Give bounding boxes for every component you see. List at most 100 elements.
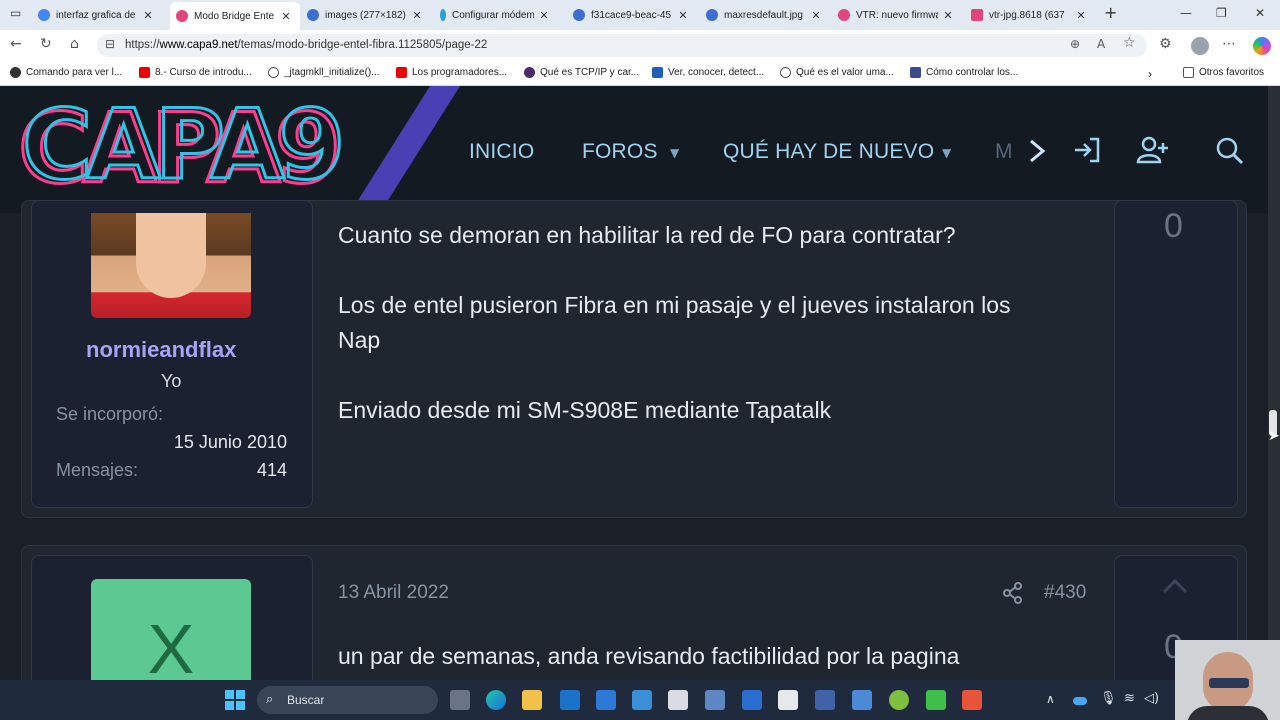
- outlook-icon[interactable]: [560, 690, 580, 710]
- caret-down-icon[interactable]: ▼: [942, 146, 951, 160]
- upvote-icon[interactable]: [1162, 578, 1188, 594]
- zoom-icon[interactable]: ⊕: [1070, 37, 1080, 51]
- avatar[interactable]: [91, 213, 251, 318]
- app-icon[interactable]: [889, 690, 909, 710]
- task-view-icon[interactable]: [450, 690, 470, 710]
- notepad-icon[interactable]: [852, 690, 872, 710]
- post-line: un par de semanas, anda revisando factib…: [338, 643, 960, 669]
- post-date[interactable]: 13 Abril 2022: [338, 582, 449, 604]
- app-icon[interactable]: [815, 690, 835, 710]
- tab-7[interactable]: vtr-jpg.8618 (637 ✕: [971, 4, 1087, 26]
- profile-avatar[interactable]: [1191, 37, 1209, 55]
- share-icon[interactable]: [1002, 582, 1024, 604]
- favorite-star-icon[interactable]: ☆: [1123, 35, 1136, 51]
- image-icon: [971, 9, 983, 21]
- new-tab-button[interactable]: +: [1104, 3, 1117, 22]
- google-icon: [38, 9, 50, 21]
- tab-0[interactable]: interfaz grafica de ✕: [38, 4, 154, 26]
- close-tab-icon[interactable]: ✕: [538, 9, 550, 22]
- bookmark-4[interactable]: Qué es TCP/IP y car...: [524, 67, 639, 78]
- close-tab-icon[interactable]: ✕: [1075, 9, 1087, 22]
- app-icon[interactable]: [668, 690, 688, 710]
- page-icon: [440, 9, 446, 21]
- capa9-logo[interactable]: CAPA9 CAPA9: [18, 100, 358, 200]
- close-window-button[interactable]: ✕: [1255, 6, 1265, 20]
- back-icon[interactable]: ←: [10, 36, 22, 52]
- close-tab-icon[interactable]: ✕: [280, 10, 292, 23]
- post-line: Los de entel pusieron Fibra en mi pasaje…: [338, 292, 1011, 318]
- close-tab-icon[interactable]: ✕: [677, 9, 689, 22]
- lock-icon[interactable]: ⊟: [105, 37, 115, 51]
- user-title: Yo: [161, 371, 182, 391]
- bookmark-3[interactable]: Los programadores...: [396, 67, 507, 78]
- tab-2[interactable]: images (277×182) ✕: [307, 4, 423, 26]
- edge-icon[interactable]: [486, 690, 506, 710]
- webcam-overlay: [1175, 640, 1280, 720]
- bookmark-6[interactable]: Qué es el valor uma...: [780, 67, 894, 78]
- file-explorer-icon[interactable]: [522, 690, 542, 710]
- search-icon[interactable]: [1214, 135, 1246, 167]
- refresh-icon[interactable]: ↻: [40, 36, 52, 52]
- taskbar-search[interactable]: [257, 686, 438, 714]
- tab-5[interactable]: maxresdefault.jpg ✕: [706, 4, 822, 26]
- other-favorites[interactable]: Otros favoritos: [1183, 67, 1264, 78]
- globe-icon: [573, 9, 585, 21]
- vote-cell: [1114, 200, 1238, 508]
- wifi-icon[interactable]: ≋: [1124, 691, 1135, 706]
- store-icon[interactable]: [596, 690, 616, 710]
- close-tab-icon[interactable]: ✕: [810, 9, 822, 22]
- copilot-icon[interactable]: [1253, 37, 1271, 55]
- globe-icon: [780, 67, 791, 78]
- bookmark-2[interactable]: _jtagmkll_initialize()...: [268, 67, 380, 78]
- bookmark-7[interactable]: Cómo controlar los...: [910, 67, 1018, 78]
- nav-foros[interactable]: FOROS: [582, 140, 658, 164]
- url-text[interactable]: https://www.capa9.net/temas/modo-bridge-…: [125, 39, 487, 51]
- home-icon[interactable]: ⌂: [70, 36, 79, 52]
- tab-3[interactable]: Configurar módem ✕: [440, 4, 550, 26]
- close-tab-icon[interactable]: ✕: [142, 9, 154, 22]
- camtasia-icon[interactable]: [926, 690, 946, 710]
- youtube-icon: [139, 67, 150, 78]
- volume-icon[interactable]: ◁): [1144, 691, 1159, 706]
- onedrive-icon[interactable]: [1073, 697, 1087, 705]
- bookmark-0[interactable]: Comando para ver l...: [10, 67, 122, 78]
- login-icon[interactable]: [1072, 136, 1102, 164]
- maximize-button[interactable]: ❐: [1216, 6, 1227, 20]
- app-icon[interactable]: [962, 690, 982, 710]
- vote-count: 0: [1164, 207, 1183, 245]
- read-aloud-icon[interactable]: A: [1097, 37, 1105, 51]
- app-icon[interactable]: [778, 690, 798, 710]
- tab-4[interactable]: f31cace9-beac-45 ✕: [573, 4, 689, 26]
- more-menu-icon[interactable]: ⋯: [1222, 36, 1236, 52]
- bookmark-5[interactable]: Ver, conocer, detect...: [652, 67, 764, 78]
- caret-down-icon[interactable]: ▼: [670, 146, 679, 160]
- nav-more[interactable]: M: [995, 140, 1013, 164]
- scrollbar-track[interactable]: [1268, 86, 1280, 680]
- extensions-icon[interactable]: ⚙: [1159, 36, 1172, 52]
- network-app-icon[interactable]: [705, 690, 725, 710]
- post-number[interactable]: #430: [1044, 582, 1086, 604]
- username[interactable]: normieandflax: [86, 337, 236, 363]
- capa9-icon: [176, 10, 188, 22]
- chevron-up-icon[interactable]: ∧: [1046, 692, 1055, 706]
- windows-start-icon[interactable]: [224, 689, 246, 711]
- app-icon[interactable]: [632, 690, 652, 710]
- nav-que-hay-de-nuevo[interactable]: QUÉ HAY DE NUEVO: [723, 140, 934, 164]
- folder-icon: [1183, 67, 1194, 78]
- joined-label: Se incorporó:: [56, 404, 164, 424]
- close-tab-icon[interactable]: ✕: [411, 9, 423, 22]
- globe-icon: [706, 9, 718, 21]
- nav-inicio[interactable]: INICIO: [469, 140, 534, 164]
- microphone-icon[interactable]: 🎙: [1100, 691, 1117, 706]
- tab-actions-icon[interactable]: ▭: [10, 6, 21, 20]
- tab-6[interactable]: VTR: nuevo firmwa ✕: [838, 4, 954, 26]
- minimize-button[interactable]: —: [1180, 6, 1192, 20]
- register-icon[interactable]: [1136, 135, 1170, 165]
- bookmark-1[interactable]: 8.- Curso de introdu...: [139, 67, 252, 78]
- avatar[interactable]: X: [91, 579, 251, 689]
- app-icon[interactable]: [742, 690, 762, 710]
- close-tab-icon[interactable]: ✕: [942, 9, 954, 22]
- tab-1[interactable]: Modo Bridge Ente ✕: [170, 2, 300, 30]
- chevron-right-icon[interactable]: ›: [1148, 67, 1152, 81]
- chevron-right-icon[interactable]: [1026, 138, 1048, 164]
